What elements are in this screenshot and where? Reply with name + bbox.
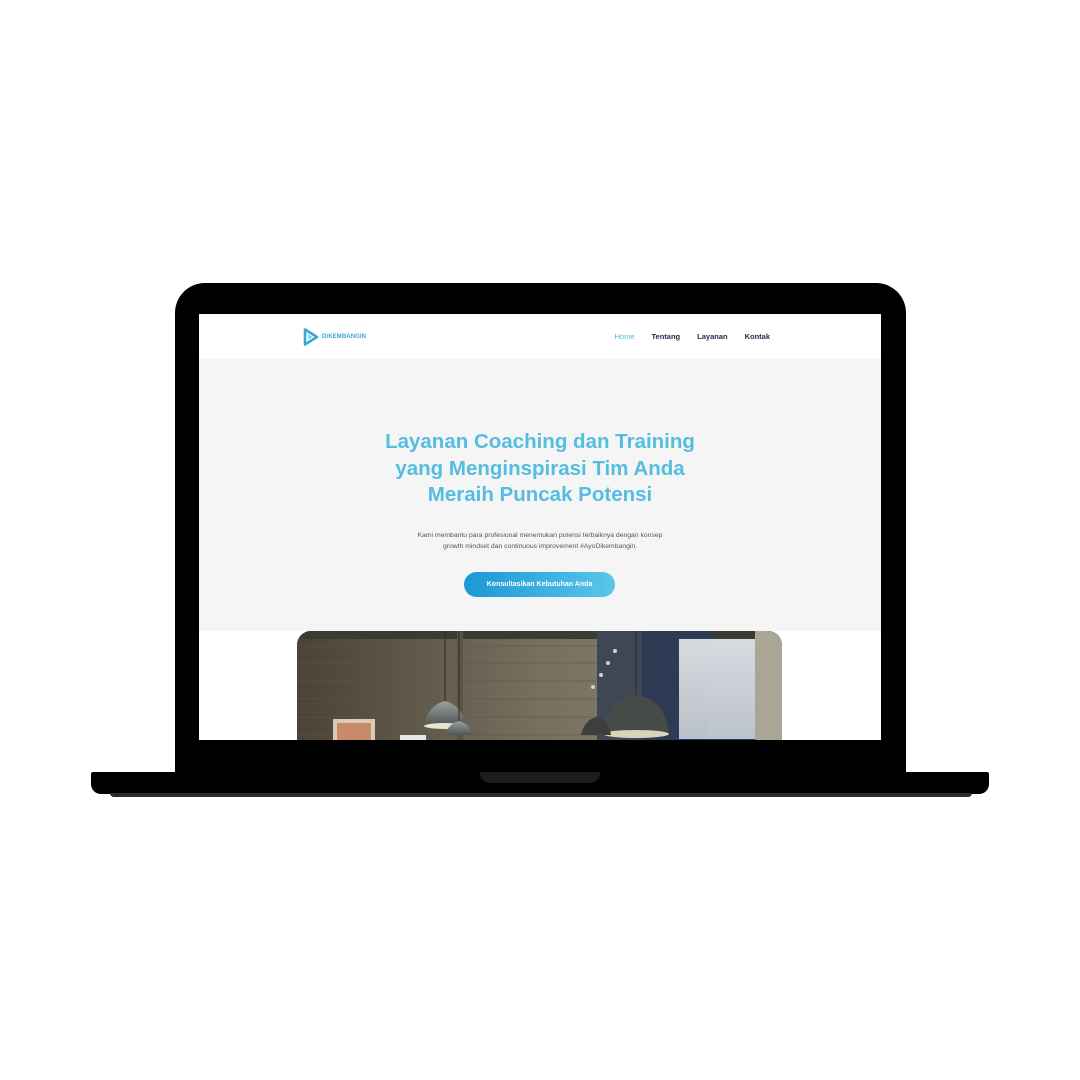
logo-text: DIKEMBANGIN (322, 334, 367, 340)
hero-subtitle-line: growth mindset dan continuous improvemen… (442, 543, 638, 550)
consult-cta-button[interactable]: Konsultasikan Kebutuhan Anda (464, 572, 615, 597)
play-triangle-logo-icon (303, 328, 319, 346)
hero-section: Layanan Coaching dan Training yang Mengi… (199, 359, 881, 631)
office-interior-with-pendant-lamps-image (297, 631, 782, 740)
nav-layanan[interactable]: Layanan (697, 332, 727, 341)
nav-tentang[interactable]: Tentang (652, 332, 681, 341)
hero-title-line: Meraih Puncak Potensi (427, 483, 653, 506)
hero-title-line: Layanan Coaching dan Training (385, 430, 695, 453)
navbar: DIKEMBANGIN Home Tentang Layanan Kontak (199, 314, 881, 359)
hero-subtitle: Kami membantu para profesional menemukan… (199, 530, 881, 552)
site-logo[interactable]: DIKEMBANGIN (303, 327, 366, 347)
laptop-screen: DIKEMBANGIN Home Tentang Layanan Kontak … (199, 314, 881, 740)
hero-subtitle-line: Kami membantu para profesional menemukan… (417, 532, 663, 539)
nav-home[interactable]: Home (615, 332, 635, 341)
hero-title: Layanan Coaching dan Training yang Mengi… (199, 429, 881, 509)
laptop-base-shadow (110, 793, 972, 797)
laptop-notch (480, 772, 600, 783)
nav-kontak[interactable]: Kontak (745, 332, 770, 341)
hero-title-line: yang Menginspirasi Tim Anda (395, 456, 685, 480)
nav-links: Home Tentang Layanan Kontak (598, 332, 770, 341)
